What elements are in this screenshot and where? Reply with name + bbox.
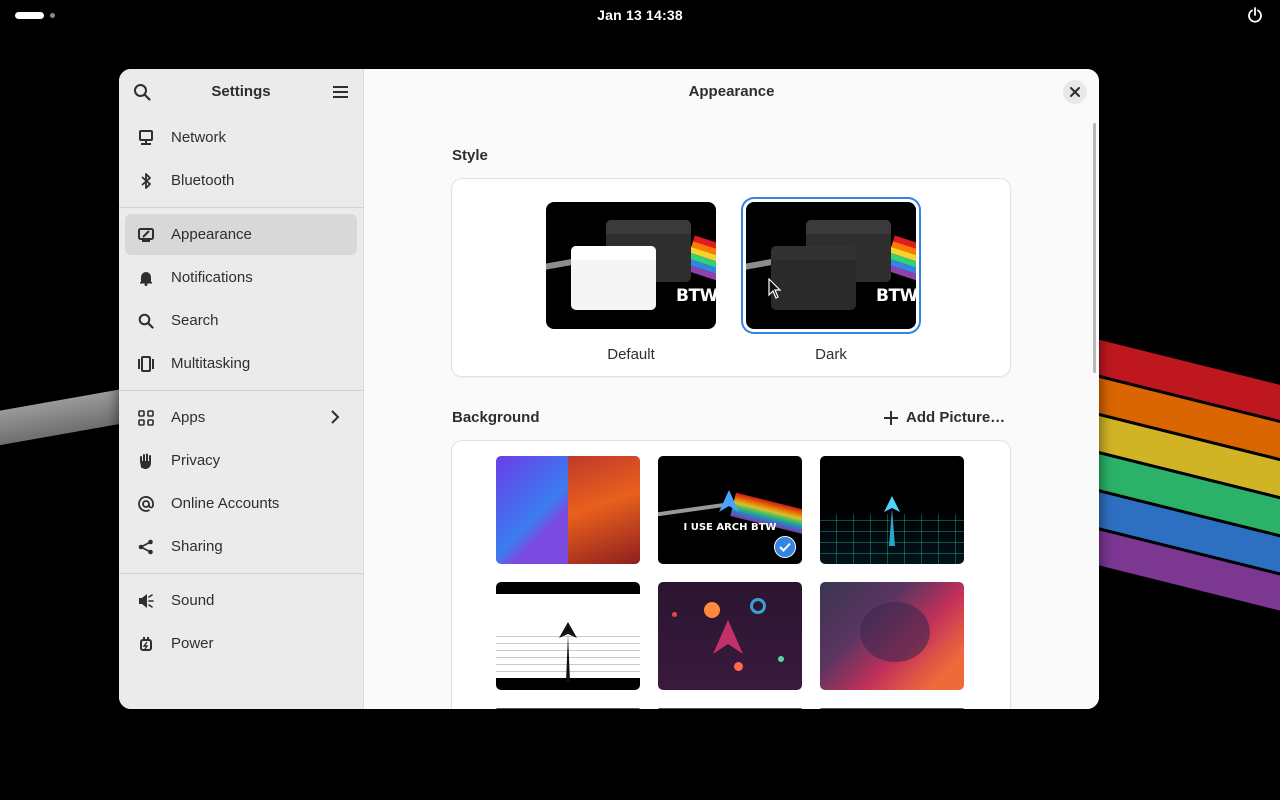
sidebar-item-label: Apps	[171, 409, 206, 426]
multitasking-icon	[137, 355, 155, 373]
style-preview: BTW	[746, 202, 916, 329]
sidebar-item-network[interactable]: Network	[125, 117, 357, 158]
sidebar-group: Appearance Notifications Search Multitaskin…	[119, 214, 363, 384]
checkmark-icon	[774, 536, 796, 558]
apps-grid-icon	[137, 409, 155, 427]
hand-icon	[137, 452, 155, 470]
close-icon	[1070, 87, 1080, 97]
mouse-cursor-icon	[768, 278, 782, 299]
appearance-page: Appearance Style BTW Default BTW Dark Ba…	[364, 69, 1099, 709]
wallpaper-purple-red-waves[interactable]	[820, 582, 964, 690]
plus-icon	[884, 410, 898, 425]
wallpaper-partial[interactable]	[820, 708, 964, 709]
appearance-icon	[137, 226, 155, 244]
top-bar: Jan 13 14:38	[0, 0, 1280, 32]
speaker-icon	[137, 592, 155, 610]
sidebar-separator	[119, 207, 363, 208]
sidebar-item-label: Privacy	[171, 452, 221, 469]
power-icon[interactable]	[1247, 7, 1263, 23]
preview-front-window	[771, 246, 856, 310]
wallpaper-blue-red-crystals[interactable]	[496, 456, 640, 564]
at-icon	[137, 495, 155, 513]
sidebar-item-power[interactable]: Power	[125, 623, 357, 664]
sidebar-item-label: Appearance	[171, 226, 252, 243]
style-option-label: Dark	[815, 346, 847, 363]
sidebar-item-search[interactable]: Search	[125, 300, 357, 341]
sidebar-item-sound[interactable]: Sound	[125, 580, 357, 621]
sidebar-item-label: Bluetooth	[171, 172, 235, 189]
sidebar-title: Settings	[211, 83, 271, 100]
add-picture-label: Add Picture…	[906, 409, 1006, 426]
sidebar-group: Apps Privacy Online Accounts Sharing	[119, 397, 363, 567]
sidebar-item-label: Power	[171, 635, 214, 652]
sidebar-item-online-accounts[interactable]: Online Accounts	[125, 483, 357, 524]
search-icon	[137, 312, 155, 330]
wallpaper-partial[interactable]	[658, 708, 802, 709]
clock[interactable]: Jan 13 14:38	[0, 7, 1280, 23]
sidebar-item-label: Network	[171, 129, 227, 146]
sidebar-item-multitasking[interactable]: Multitasking	[125, 343, 357, 384]
wallpaper-partial[interactable]	[496, 708, 640, 709]
wallpaper-arch-space-planets[interactable]	[658, 582, 802, 690]
sidebar-item-sharing[interactable]: Sharing	[125, 526, 357, 567]
style-card: BTW Default BTW Dark	[452, 179, 1010, 376]
sidebar-item-label: Notifications	[171, 269, 253, 286]
style-section-label: Style	[452, 147, 488, 164]
sidebar-separator	[119, 390, 363, 391]
preview-text: BTW	[876, 286, 916, 306]
sidebar-item-label: Multitasking	[171, 355, 251, 372]
bell-icon	[137, 269, 155, 287]
sidebar-group: Network Bluetooth	[119, 117, 363, 201]
sidebar-group: Sound Power	[119, 580, 363, 664]
sidebar-item-apps[interactable]: Apps	[125, 397, 357, 438]
chevron-right-icon	[331, 410, 340, 424]
sidebar: Settings Network Bluetooth Appearance Notif…	[119, 69, 364, 709]
add-picture-button[interactable]: Add Picture…	[884, 409, 1005, 426]
settings-window: Settings Network Bluetooth Appearance Notif…	[119, 69, 1099, 709]
style-option-label: Default	[607, 346, 655, 363]
background-card: I USE ARCH BTW	[452, 441, 1010, 709]
preview-text: BTW	[676, 286, 716, 306]
page-title: Appearance	[688, 83, 775, 100]
close-button[interactable]	[1063, 80, 1087, 104]
style-preview: BTW	[546, 202, 716, 329]
sidebar-header: Settings	[119, 69, 363, 115]
sidebar-item-label: Online Accounts	[171, 495, 280, 512]
sidebar-nav: Network Bluetooth Appearance Notifications S…	[119, 117, 363, 664]
preview-front-window	[571, 246, 656, 310]
wallpaper-arch-neon-grid[interactable]	[820, 456, 964, 564]
network-icon	[137, 129, 155, 147]
wallpaper-caption: I USE ARCH BTW	[683, 522, 777, 533]
wallpaper-i-use-arch-btw[interactable]: I USE ARCH BTW	[658, 456, 802, 564]
scrollbar[interactable]	[1093, 123, 1096, 373]
sidebar-item-notifications[interactable]: Notifications	[125, 257, 357, 298]
power-plug-icon	[137, 635, 155, 653]
sidebar-item-bluetooth[interactable]: Bluetooth	[125, 160, 357, 201]
bluetooth-icon	[137, 172, 155, 190]
style-option-default[interactable]: BTW Default	[546, 202, 716, 363]
sidebar-item-privacy[interactable]: Privacy	[125, 440, 357, 481]
sidebar-item-label: Search	[171, 312, 219, 329]
sidebar-separator	[119, 573, 363, 574]
sidebar-item-label: Sharing	[171, 538, 223, 555]
hamburger-menu-icon[interactable]	[332, 84, 349, 100]
background-section-label: Background	[452, 409, 540, 426]
sidebar-item-appearance[interactable]: Appearance	[125, 214, 357, 255]
wallpaper-arch-white-road[interactable]	[496, 582, 640, 690]
share-icon	[137, 538, 155, 556]
sidebar-item-label: Sound	[171, 592, 215, 609]
